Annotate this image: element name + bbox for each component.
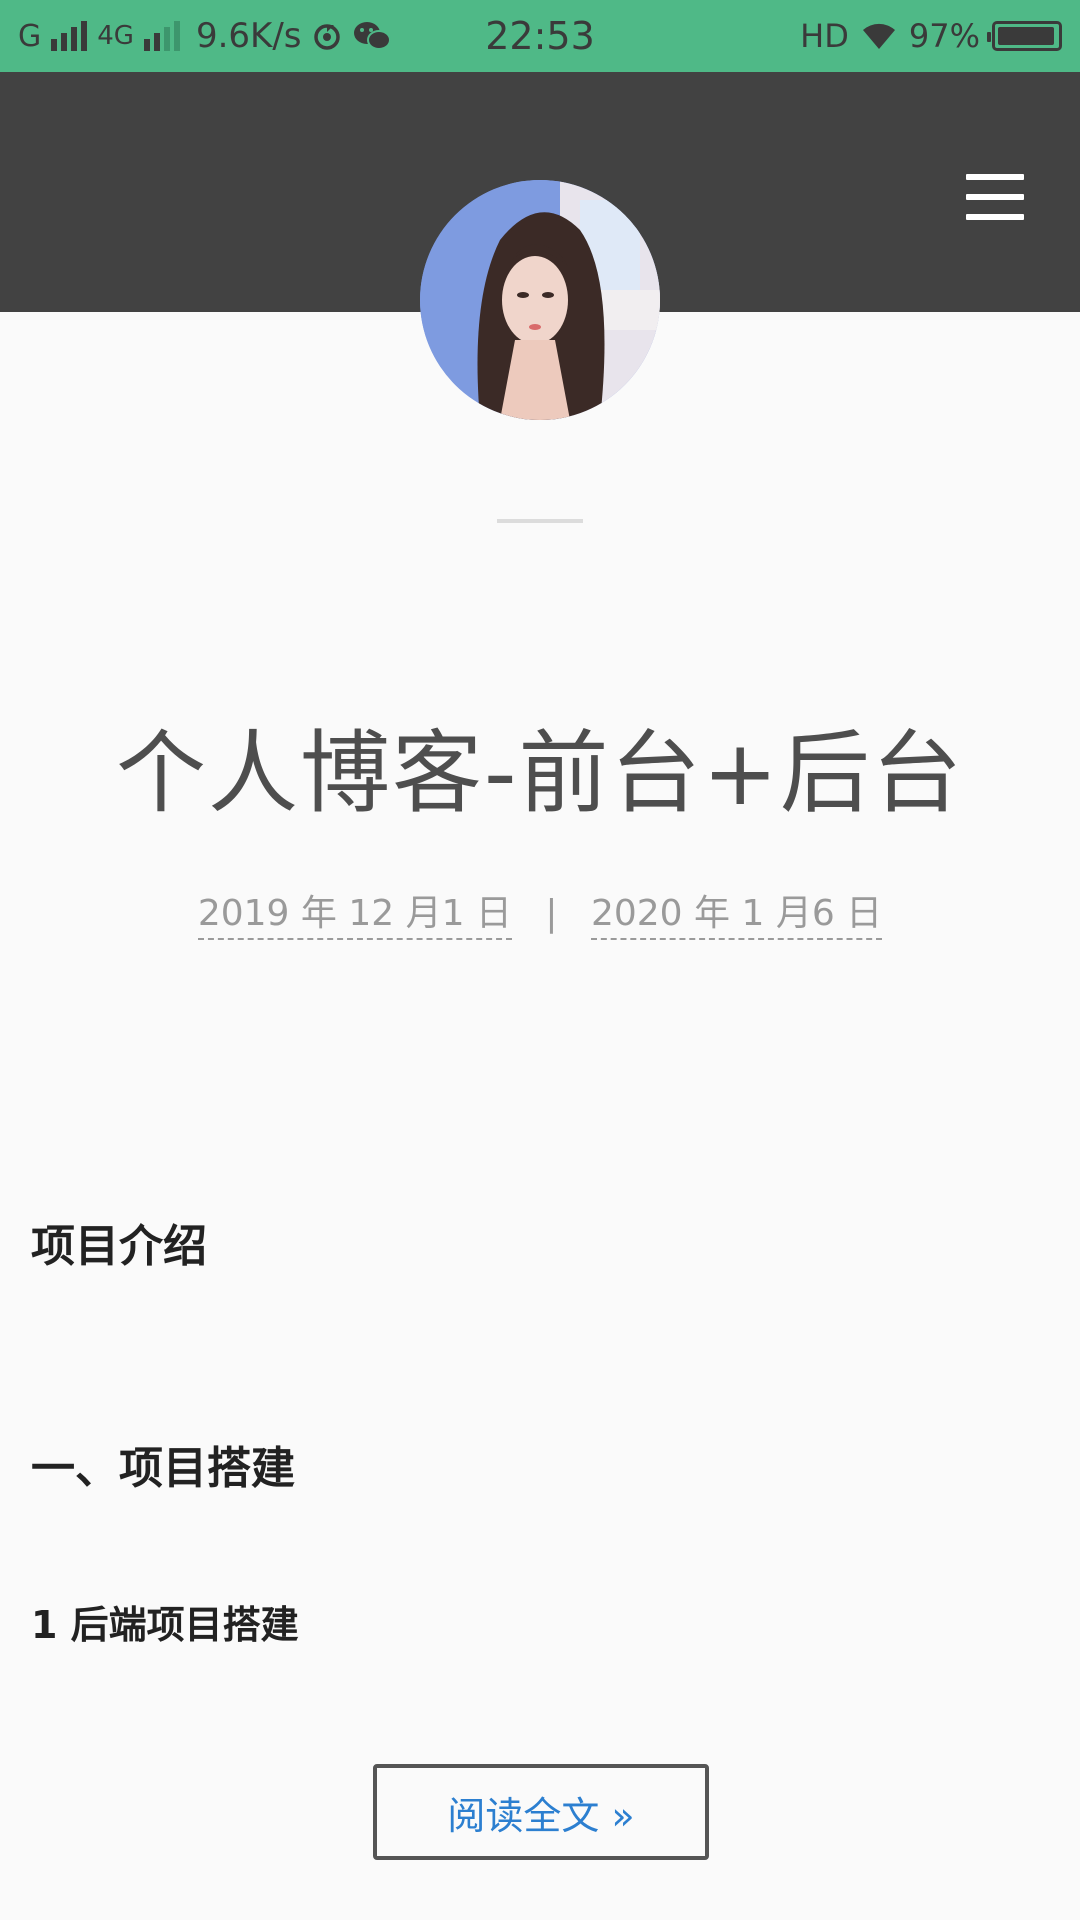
battery-level [998,27,1055,45]
hamburger-menu-icon[interactable] [966,174,1024,220]
battery-icon [987,21,1062,51]
read-more-button[interactable]: 阅读全文 » [373,1764,709,1860]
status-bar: G 4G 9.6K/s 22:53 HD 97% [0,0,1080,72]
avatar-photo [420,180,660,420]
wifi-icon [861,21,897,51]
battery-percent: 97% [908,17,980,55]
post-title[interactable]: 个人博客-前台+后台 [0,700,1080,830]
heading-project-build: 一、项目搭建 [31,1443,295,1494]
status-right: HD 97% [800,0,1062,72]
post-meta: 2019 年 12 月1 日 | 2020 年 1 月6 日 [0,884,1080,940]
updated-date-link[interactable]: 2020 年 1 月6 日 [590,893,883,940]
avatar[interactable] [420,180,660,420]
heading-project-intro: 项目介绍 [31,1221,207,1272]
hd-label: HD [800,17,849,55]
meta-separator: | [545,893,558,934]
page: G 4G 9.6K/s 22:53 HD 97% 个人博客-前台+后台 2019… [0,0,1080,1920]
heading-backend-build: 1 后端项目搭建 [31,1603,299,1647]
header-divider [497,519,583,523]
published-date-link[interactable]: 2019 年 12 月1 日 [197,893,512,940]
